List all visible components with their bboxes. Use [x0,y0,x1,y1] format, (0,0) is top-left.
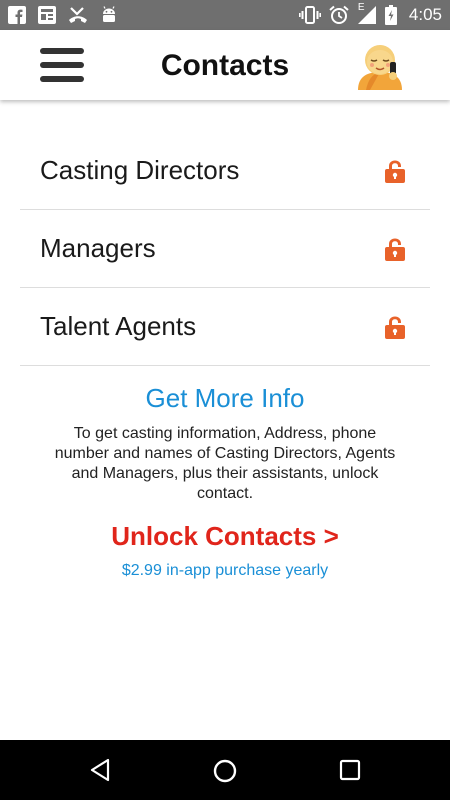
list-item-label: Talent Agents [40,311,197,341]
network-label: E [357,2,365,13]
alarm-icon [329,5,349,25]
status-bar-left [8,6,118,24]
list-item-talent-agents[interactable]: Talent Agents [20,288,430,366]
status-bar: E 4:05 [0,0,450,30]
vibrate-icon [298,6,321,24]
status-bar-right: E 4:05 [298,2,442,25]
list-item-managers[interactable]: Managers [20,210,430,288]
facebook-icon [8,6,26,24]
price-note: $2.99 in-app purchase yearly [121,562,329,579]
list-item-label: Casting Directors [40,155,240,185]
recents-icon[interactable] [338,758,362,787]
news-icon [38,6,56,24]
info-section: Get More Info To get casting information… [0,380,450,580]
app-bar: Contacts [0,30,450,100]
lock-icon [384,237,406,266]
missed-call-icon [68,6,88,24]
info-description: To get casting information, Address, pho… [54,425,396,502]
avatar[interactable] [352,40,408,90]
unlock-contacts-button[interactable]: Unlock Contacts > [0,520,450,552]
get-more-info-link[interactable]: Get More Info [0,380,450,416]
list-item-casting-directors[interactable]: Casting Directors [20,132,430,210]
home-icon[interactable] [212,758,238,789]
signal-icon: E [357,2,377,25]
back-icon[interactable] [88,758,112,787]
list-item-label: Managers [40,233,156,263]
navigation-bar [0,740,450,800]
lock-icon [384,315,406,344]
battery-icon [384,5,397,25]
contacts-list: Casting Directors Managers Talent Agents [20,132,430,366]
android-icon [100,6,118,24]
status-time: 4:05 [408,5,442,24]
lock-icon [384,159,406,188]
